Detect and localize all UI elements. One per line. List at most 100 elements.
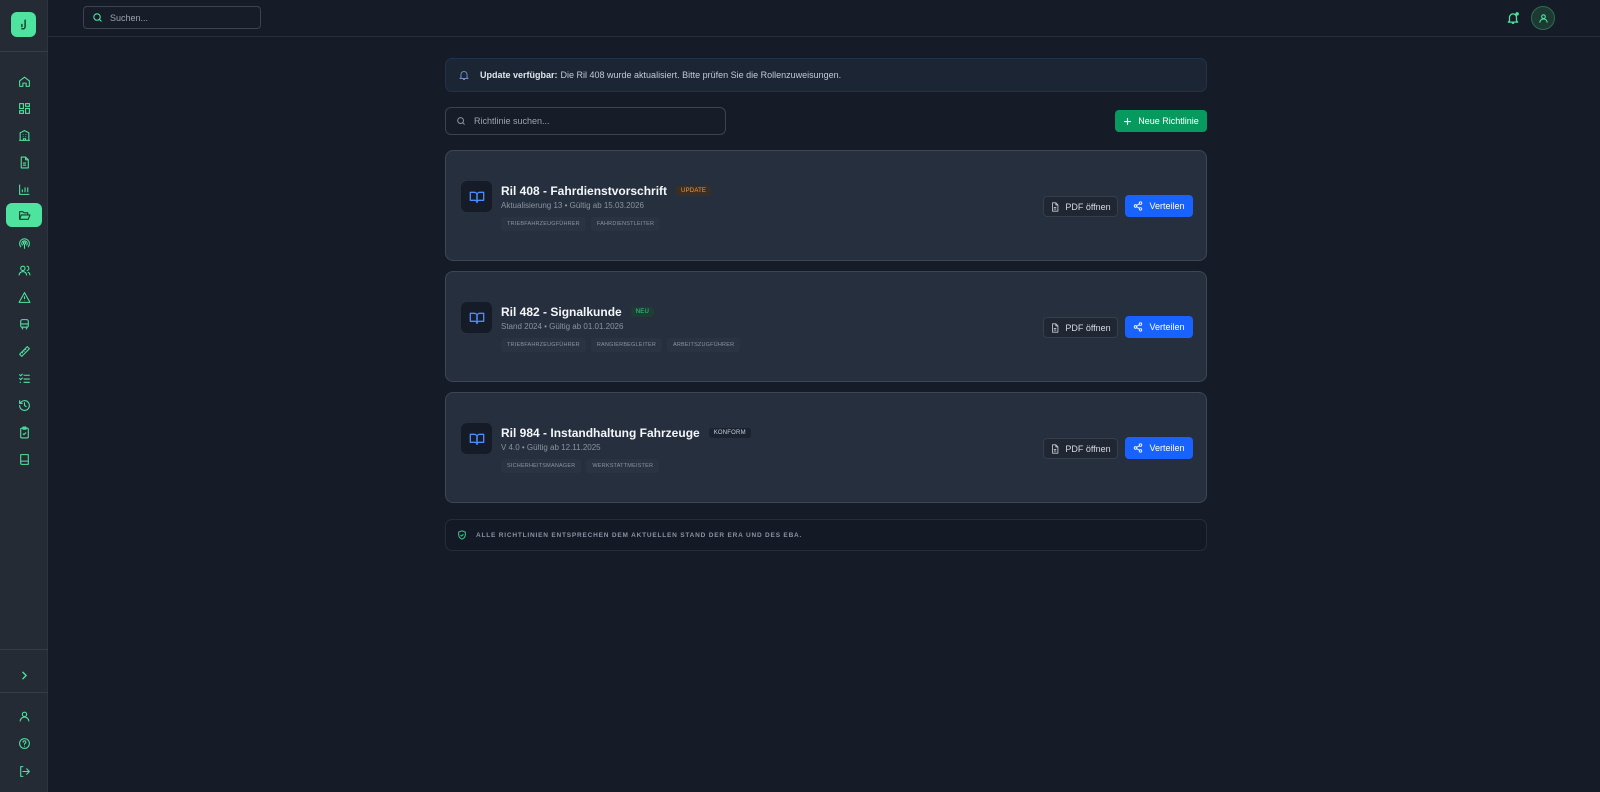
book-icon [19,453,29,465]
chevron-right-icon [21,671,27,679]
card-title-row: Ril 984 - Instandhaltung Fahrzeuge KONFO… [501,426,751,440]
sidebar-divider [0,649,48,650]
role-tag: SICHERHEITSMANAGER [501,459,582,473]
help-icon [18,737,30,749]
distribute-button[interactable]: Verteilen [1125,437,1193,459]
open-pdf-label: PDF öffnen [1065,201,1111,212]
share-icon [1134,322,1143,332]
users-icon [18,265,30,275]
banner-text: Update verfügbar: Die Ril 408 wurde aktua… [480,70,841,80]
new-guideline-button[interactable]: Neue Richtlinie [1115,110,1207,132]
nav-profile[interactable] [6,704,42,728]
broadcast-icon [18,237,30,249]
file-icon [1052,322,1059,333]
role-tag: FAHRDIENSTLEITER [590,217,661,231]
sidebar-expand-button[interactable] [6,663,42,687]
bell-icon [1507,12,1519,24]
warning-icon [18,291,30,303]
role-tags: TRIEBFAHRZEUGFÜHRER FAHRDIENSTLEITER [501,217,661,231]
app-logo[interactable] [11,12,36,37]
folder-open-icon [18,210,30,220]
global-search-input[interactable] [110,12,250,23]
nav-dashboard[interactable] [6,96,42,120]
nav-broadcast[interactable] [6,231,42,255]
status-badge: KONFORM [708,428,751,438]
nav-history[interactable] [6,393,42,417]
train-icon [19,318,29,330]
card-title[interactable]: Ril 408 - Fahrdienstvorschrift [501,184,667,198]
guideline-card: Ril 482 - Signalkunde NEU Stand 2024 • G… [445,271,1207,382]
nav-measure[interactable] [6,339,42,363]
role-tags: TRIEBFAHRZEUGFÜHRER RANGIERBEGLEITER ARB… [501,338,741,352]
nav-reports[interactable] [6,177,42,201]
document-icon [20,156,29,168]
guideline-card: Ril 984 - Instandhaltung Fahrzeuge KONFO… [445,392,1207,503]
role-tag: WERKSTATTMEISTER [586,459,660,473]
global-search[interactable] [83,6,261,29]
distribute-button[interactable]: Verteilen [1125,195,1193,217]
nav-trains[interactable] [6,312,42,336]
open-book-icon [469,433,484,445]
sidebar-divider [0,51,48,52]
guideline-card: Ril 408 - Fahrdienstvorschrift UPDATE Ak… [445,150,1207,261]
ruler-icon [18,345,30,357]
guideline-search[interactable] [445,107,726,135]
logo-icon [21,19,26,30]
topbar [48,0,1600,37]
nav-buildings[interactable] [6,123,42,147]
share-icon [1134,443,1143,453]
clipboard-check-icon [19,426,29,438]
search-icon [93,13,102,22]
nav-folders[interactable] [6,203,42,227]
file-icon [1052,201,1059,212]
share-icon [1134,201,1143,211]
nav-help[interactable] [6,731,42,755]
distribute-label: Verteilen [1149,322,1185,332]
nav-users[interactable] [6,258,42,282]
card-title[interactable]: Ril 984 - Instandhaltung Fahrzeuge [501,426,700,440]
notifications-button[interactable] [1506,11,1520,25]
banner-message: Die Ril 408 wurde aktualisiert. Bitte pr… [560,70,842,80]
card-subtitle: Aktualisierung 13 • Gültig ab 15.03.2026 [501,201,644,210]
nav-home[interactable] [6,69,42,93]
new-guideline-label: Neue Richtlinie [1138,116,1199,126]
nav-logout[interactable] [6,759,42,783]
nav-documents[interactable] [6,150,42,174]
distribute-button[interactable]: Verteilen [1125,316,1193,338]
guideline-search-input[interactable] [474,116,614,126]
building-icon [18,129,30,141]
logout-icon [19,765,30,777]
nav-warnings[interactable] [6,285,42,309]
nav-checklists[interactable] [6,366,42,390]
open-pdf-label: PDF öffnen [1065,443,1111,454]
sidebar-divider [0,692,48,693]
distribute-label: Verteilen [1149,443,1185,453]
role-tag: TRIEBFAHRZEUGFÜHRER [501,217,586,231]
nav-audits[interactable] [6,420,42,444]
open-pdf-button[interactable]: PDF öffnen [1043,438,1118,459]
card-title[interactable]: Ril 482 - Signalkunde [501,305,622,319]
card-title-row: Ril 408 - Fahrdienstvorschrift UPDATE [501,184,712,198]
shield-check-icon [458,530,466,540]
bar-chart-icon [18,184,29,195]
compliance-note: ALLE RICHTLINIEN ENTSPRECHEN DEM AKTUELL… [445,519,1207,551]
checklist-icon [18,373,30,383]
open-pdf-button[interactable]: PDF öffnen [1043,196,1118,217]
guideline-icon-tile [461,423,492,454]
user-avatar-button[interactable] [1531,6,1555,30]
bell-icon [459,71,469,80]
dashboard-icon [18,102,30,114]
user-icon [1538,13,1548,23]
user-icon [19,711,29,721]
guideline-icon-tile [461,302,492,333]
open-book-icon [469,191,484,203]
open-pdf-button[interactable]: PDF öffnen [1043,317,1118,338]
sidebar [0,0,48,792]
search-icon [457,117,465,125]
open-book-icon [469,312,484,324]
nav-library[interactable] [6,447,42,471]
history-icon [18,399,30,411]
plus-icon [1124,117,1132,125]
card-title-row: Ril 482 - Signalkunde NEU [501,305,654,319]
role-tags: SICHERHEITSMANAGER WERKSTATTMEISTER [501,459,660,473]
